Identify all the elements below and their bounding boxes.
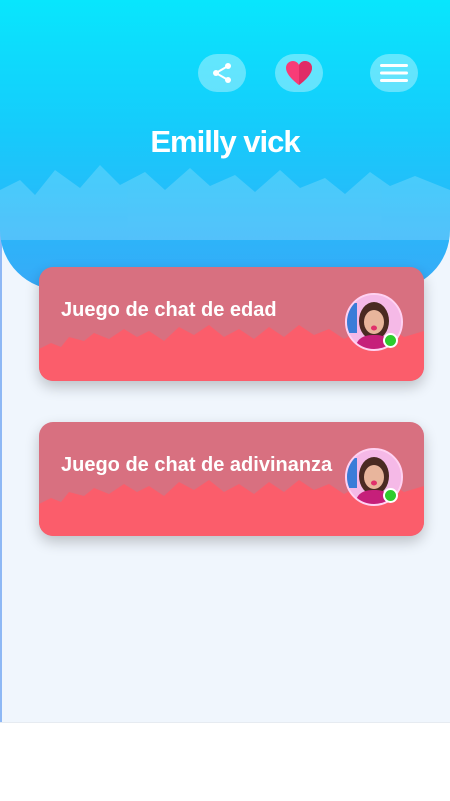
header-pattern [0, 165, 450, 240]
card-label: Juego de chat de edad [61, 299, 277, 321]
page-title: Emilly vick [150, 124, 300, 159]
header-banner: Emilly vick [0, 0, 450, 290]
bottom-bar [0, 722, 450, 801]
online-status-indicator [383, 488, 398, 503]
game-card-riddle-chat[interactable]: Juego de chat de adivinanza [39, 422, 424, 536]
share-button[interactable] [198, 54, 246, 92]
online-status-indicator [383, 333, 398, 348]
favorite-button[interactable] [275, 54, 323, 92]
game-card-age-chat[interactable]: Juego de chat de edad [39, 267, 424, 381]
hamburger-menu-icon [380, 64, 408, 82]
share-icon [213, 63, 231, 83]
heart-icon [286, 61, 312, 85]
card-label: Juego de chat de adivinanza [61, 454, 333, 476]
menu-button[interactable] [370, 54, 418, 92]
